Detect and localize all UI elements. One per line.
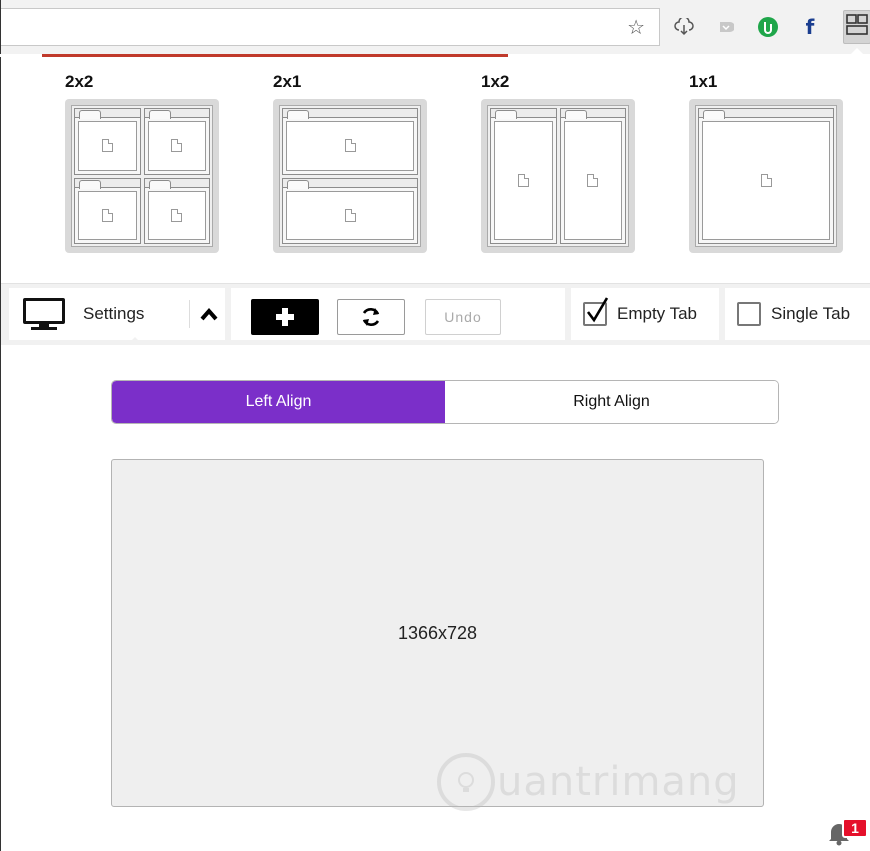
monitor-icon [23, 298, 65, 330]
align-toggle: Left Align Right Align [111, 380, 779, 424]
refresh-icon [362, 308, 380, 326]
layout-title: 1x1 [689, 72, 718, 91]
empty-tab-label: Empty Tab [617, 304, 698, 323]
layout-thumbnail[interactable] [689, 99, 843, 253]
document-icon [587, 174, 599, 187]
screen-resolution: 1366x728 [397, 622, 478, 643]
layout-2x2[interactable]: 2x2 [65, 71, 219, 253]
settings-segment[interactable]: Settings [9, 288, 225, 345]
tab-resize-icon [846, 14, 868, 35]
layout-title: 1x2 [481, 72, 510, 91]
settings-pointer [127, 337, 143, 345]
watermark-text: uantrimang [497, 759, 740, 805]
chevron-up-icon[interactable] [199, 304, 219, 324]
refresh-button[interactable] [337, 299, 405, 335]
cloud-download-icon[interactable] [671, 14, 697, 40]
document-icon [344, 139, 356, 153]
single-tab-label: Single Tab [771, 304, 851, 323]
single-tab-checkbox[interactable] [737, 302, 761, 326]
add-layout-button[interactable] [251, 299, 319, 335]
undo-button[interactable]: Undo [425, 299, 501, 335]
tab-resize-extension-button[interactable] [843, 10, 870, 44]
evernote-icon[interactable] [755, 14, 781, 40]
layout-thumbnail[interactable] [65, 99, 219, 253]
left-align-button[interactable]: Left Align [112, 381, 445, 423]
notification-count-badge: 1 [842, 818, 868, 838]
empty-tab-option[interactable]: Empty Tab [571, 288, 719, 340]
document-icon [344, 208, 356, 222]
popup-pointer [849, 48, 865, 56]
document-icon [517, 174, 529, 187]
document-icon [101, 139, 113, 153]
settings-label[interactable]: Settings [83, 304, 144, 324]
tab-resize-popup: 2x2 2x1 1x2 1x1 Settings Undo Empty Tab … [0, 57, 870, 851]
layout-2x1[interactable]: 2x1 [273, 71, 427, 253]
document-icon [171, 139, 183, 153]
browser-toolbar: ☆ f [0, 0, 870, 54]
address-bar[interactable]: ☆ [1, 8, 660, 46]
single-tab-option[interactable]: Single Tab [725, 288, 870, 340]
document-icon [760, 174, 772, 187]
plus-icon [276, 308, 294, 326]
lightbulb-icon [437, 753, 495, 811]
layout-thumbnail[interactable] [481, 99, 635, 253]
pocket-icon[interactable] [713, 14, 739, 40]
layout-1x2[interactable]: 1x2 [481, 71, 635, 253]
bookmark-star-icon[interactable]: ☆ [627, 15, 645, 39]
divider [189, 300, 190, 328]
control-bar: Settings Undo Empty Tab Single Tab [1, 283, 870, 345]
right-align-button[interactable]: Right Align [445, 381, 778, 423]
layout-title: 2x2 [65, 72, 94, 91]
layout-1x1[interactable]: 1x1 [689, 71, 843, 253]
layout-thumbnail[interactable] [273, 99, 427, 253]
empty-tab-checkbox[interactable] [583, 297, 609, 326]
layout-title: 2x1 [273, 72, 302, 91]
checkmark-icon [586, 297, 609, 323]
document-icon [171, 208, 183, 222]
facebook-icon[interactable]: f [797, 14, 823, 40]
document-icon [101, 208, 113, 222]
watermark-logo: uantrimang [437, 753, 740, 811]
actions-segment: Undo [231, 288, 565, 340]
